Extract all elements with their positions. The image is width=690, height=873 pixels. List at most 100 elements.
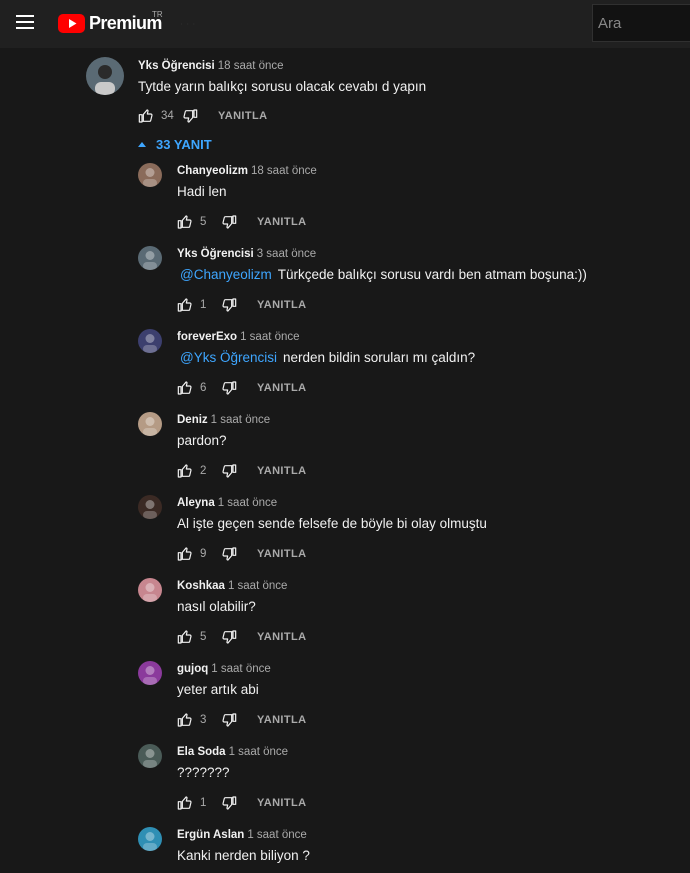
comment-actions: 34 YANITLA bbox=[138, 108, 267, 124]
comment-actions: 1 YANITLA bbox=[177, 795, 306, 811]
comment-body: Hadi len bbox=[177, 184, 227, 199]
avatar[interactable] bbox=[138, 661, 162, 685]
avatar[interactable] bbox=[138, 827, 162, 851]
caret-up-icon bbox=[138, 141, 146, 147]
comment-author[interactable]: Ela Soda bbox=[177, 746, 226, 758]
thumbs-up-icon[interactable] bbox=[177, 214, 193, 230]
hide-replies-button[interactable]: 33 YANIT bbox=[138, 135, 212, 153]
thumbs-down-icon[interactable] bbox=[221, 546, 237, 562]
comment-body: pardon? bbox=[177, 433, 227, 448]
reply-button[interactable]: YANITLA bbox=[257, 548, 306, 560]
comment-time[interactable]: 1 saat önce bbox=[228, 580, 287, 592]
comment-body: Türkçede balıkçı sorusu vardı ben atmam … bbox=[277, 267, 587, 282]
comment-actions: 9 YANITLA bbox=[177, 546, 306, 562]
thumbs-down-icon[interactable] bbox=[221, 297, 237, 313]
youtube-logo[interactable]: Premium bbox=[58, 12, 162, 34]
like-count: 5 bbox=[200, 216, 207, 228]
thumbs-up-icon[interactable] bbox=[177, 546, 193, 562]
avatar-image bbox=[138, 495, 162, 519]
avatar-image bbox=[138, 744, 162, 768]
menu-icon[interactable] bbox=[16, 15, 34, 29]
thumbs-up-icon[interactable] bbox=[177, 463, 193, 479]
reply-button[interactable]: YANITLA bbox=[218, 110, 267, 122]
avatar[interactable] bbox=[138, 412, 162, 436]
comment-text: @Yks Öğrencisi nerden bildin soruları mı … bbox=[180, 349, 475, 367]
comment-text: pardon? bbox=[177, 432, 227, 450]
comment-actions: 3 YANITLA bbox=[177, 712, 306, 728]
comment-time[interactable]: 1 saat önce bbox=[247, 829, 306, 841]
avatar[interactable] bbox=[138, 578, 162, 602]
avatar-image bbox=[138, 661, 162, 685]
thumbs-up-icon[interactable] bbox=[177, 297, 193, 313]
comment-text: Tytde yarın balıkçı sorusu olacak cevabı… bbox=[138, 79, 427, 94]
like-count: 5 bbox=[200, 631, 207, 643]
thumbs-down-icon[interactable] bbox=[221, 380, 237, 396]
mention-link[interactable]: @Chanyeolizm bbox=[180, 267, 272, 282]
avatar[interactable] bbox=[138, 329, 162, 353]
reply-button[interactable]: YANITLA bbox=[257, 465, 306, 477]
faint-header-text: ∙ ∙ ∙ bbox=[180, 18, 196, 30]
avatar[interactable] bbox=[86, 57, 124, 95]
comment-body: Kanki nerden biliyon ? bbox=[177, 848, 310, 863]
comment-actions: 2 YANITLA bbox=[177, 463, 306, 479]
comment-text: Kanki nerden biliyon ? bbox=[177, 847, 310, 865]
comment-author[interactable]: Deniz bbox=[177, 414, 208, 426]
comment-time[interactable]: 1 saat önce bbox=[211, 414, 270, 426]
comment-body: yeter artık abi bbox=[177, 682, 259, 697]
comment-time[interactable]: 18 saat önce bbox=[251, 165, 317, 177]
reply-button[interactable]: YANITLA bbox=[257, 797, 306, 809]
thumbs-up-icon[interactable] bbox=[138, 108, 154, 124]
avatar[interactable] bbox=[138, 744, 162, 768]
avatar[interactable] bbox=[138, 495, 162, 519]
reply-button[interactable]: YANITLA bbox=[257, 714, 306, 726]
comment-time[interactable]: 1 saat önce bbox=[218, 497, 277, 509]
avatar-image bbox=[86, 57, 124, 95]
comment-time[interactable]: 3 saat önce bbox=[257, 248, 316, 260]
avatar-image bbox=[138, 578, 162, 602]
reply-button[interactable]: YANITLA bbox=[257, 299, 306, 311]
thumbs-up-icon[interactable] bbox=[177, 380, 193, 396]
comment-author[interactable]: Chanyeolizm bbox=[177, 165, 248, 177]
comment-author[interactable]: foreverExo bbox=[177, 331, 237, 343]
comment-time[interactable]: 1 saat önce bbox=[211, 663, 270, 675]
comment-time[interactable]: 1 saat önce bbox=[229, 746, 288, 758]
thumbs-down-icon[interactable] bbox=[221, 463, 237, 479]
comment-text: @Chanyeolizm Türkçede balıkçı sorusu vard… bbox=[180, 266, 587, 284]
mention-link[interactable]: @Yks Öğrencisi bbox=[180, 350, 277, 365]
comment-author[interactable]: Ergün Aslan bbox=[177, 829, 244, 841]
reply-button[interactable]: YANITLA bbox=[257, 216, 306, 228]
logo-text: Premium bbox=[89, 13, 162, 33]
like-count: 6 bbox=[200, 382, 207, 394]
search-input[interactable] bbox=[592, 4, 690, 42]
avatar[interactable] bbox=[138, 163, 162, 187]
comment-author[interactable]: Koshkaa bbox=[177, 580, 225, 592]
top-bar: Premium TR ∙ ∙ ∙ bbox=[0, 0, 690, 48]
like-count: 34 bbox=[161, 110, 174, 122]
avatar-image bbox=[138, 412, 162, 436]
comment-text: ??????? bbox=[177, 764, 230, 782]
comment-time[interactable]: 1 saat önce bbox=[240, 331, 299, 343]
comment-text: Hadi len bbox=[177, 183, 227, 201]
thumbs-down-icon[interactable] bbox=[221, 629, 237, 645]
comment-author[interactable]: gujoq bbox=[177, 663, 208, 675]
avatar-image bbox=[138, 163, 162, 187]
comment-actions: 6 YANITLA bbox=[177, 380, 306, 396]
reply-button[interactable]: YANITLA bbox=[257, 631, 306, 643]
comment-time[interactable]: 18 saat önce bbox=[218, 60, 284, 72]
like-count: 1 bbox=[200, 299, 207, 311]
comment-author[interactable]: Yks Öğrencisi bbox=[138, 60, 215, 72]
comment-author[interactable]: Aleyna bbox=[177, 497, 215, 509]
thumbs-down-icon[interactable] bbox=[221, 214, 237, 230]
avatar[interactable] bbox=[138, 246, 162, 270]
comment-author[interactable]: Yks Öğrencisi bbox=[177, 248, 254, 260]
thumbs-up-icon[interactable] bbox=[177, 629, 193, 645]
reply-button[interactable]: YANITLA bbox=[257, 382, 306, 394]
thumbs-down-icon[interactable] bbox=[182, 108, 198, 124]
comment-body: nasıl olabilir? bbox=[177, 599, 256, 614]
thumbs-down-icon[interactable] bbox=[221, 795, 237, 811]
thumbs-down-icon[interactable] bbox=[221, 712, 237, 728]
thumbs-up-icon[interactable] bbox=[177, 795, 193, 811]
comment-text: nasıl olabilir? bbox=[177, 598, 256, 616]
like-count: 3 bbox=[200, 714, 207, 726]
thumbs-up-icon[interactable] bbox=[177, 712, 193, 728]
